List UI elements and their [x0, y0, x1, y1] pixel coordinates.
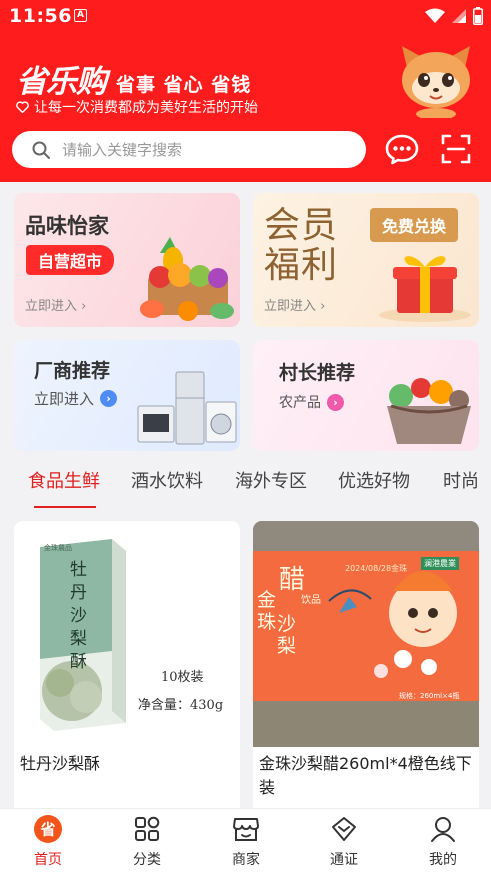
scan-icon[interactable] — [440, 133, 472, 165]
app-slogan: 省事 省心 省钱 — [116, 74, 252, 96]
wifi-icon — [425, 8, 445, 23]
promo-card-supermarket[interactable]: 品味怡家 自营超市 立即进入 › — [14, 193, 240, 327]
tagline-text: 让每一次消费都成为美好生活的开始 — [34, 100, 258, 116]
home-icon: 省 — [34, 815, 62, 843]
enter-link[interactable]: 立即进入 › — [25, 295, 86, 314]
promo-card-village-chief[interactable]: 村长推荐 农产品 › — [253, 340, 479, 451]
battery-icon — [473, 7, 483, 25]
product-image: 2024/08/28金珠 金珠 沙梨 醋 饮品 澜港農業 规格：260ml×4瓶 — [253, 521, 479, 747]
heart-icon — [16, 101, 29, 113]
nav-label: 商家 — [232, 852, 260, 868]
nav-profile[interactable]: 我的 — [413, 815, 473, 869]
promo-sub-text: 农产品 — [279, 395, 321, 411]
active-tab-indicator — [34, 506, 96, 508]
tagline: 让每一次消费都成为美好生活的开始 — [16, 97, 258, 117]
pack-weight: 净含量：430g — [138, 698, 224, 713]
nav-label: 分类 — [133, 852, 161, 868]
product-image: 金珠農品 牡丹沙梨酥 10枚装 净含量：430g — [14, 521, 240, 747]
enter-link[interactable]: 立即进入 › — [264, 295, 325, 314]
product-name: 金珠沙梨醋260ml*4橙色线下装 — [259, 754, 472, 797]
promo-title: 村长推荐 — [279, 362, 356, 384]
promo-title: 会员 福利 — [264, 206, 338, 286]
promo-sub[interactable]: 立即进入 › — [34, 388, 118, 409]
pack-brand: 金珠農品 — [44, 544, 72, 552]
message-icon[interactable] — [385, 133, 419, 165]
category-icon — [135, 816, 160, 841]
brand: 省乐购 省事 省心 省钱 — [16, 56, 251, 101]
product-card[interactable]: 金珠農品 牡丹沙梨酥 10枚装 净含量：430g 牡丹沙梨酥 — [14, 521, 240, 821]
notification-icon: A — [74, 9, 87, 22]
raccoon-mascot-icon — [402, 46, 470, 118]
gift-box-icon — [379, 256, 471, 322]
arrow-right-icon: › — [100, 390, 118, 407]
app-logo: 省乐购 — [16, 64, 107, 100]
product-card[interactable]: 2024/08/28金珠 金珠 沙梨 醋 饮品 澜港農業 规格：260ml×4瓶… — [253, 521, 479, 821]
arrow-right-icon: › — [327, 393, 344, 411]
nav-label: 我的 — [429, 852, 457, 868]
home-icon-glyph: 省 — [39, 821, 55, 839]
nav-label: 首页 — [34, 852, 62, 868]
promo-title-line2: 福利 — [264, 245, 339, 286]
promo-card-member-benefits[interactable]: 会员 福利 免费兑换 立即进入 › — [253, 193, 479, 327]
status-time: 11:56 — [9, 5, 72, 27]
tab-drinks[interactable]: 酒水饮料 — [131, 467, 203, 493]
tab-food-fresh[interactable]: 食品生鲜 — [28, 467, 100, 493]
pack-sub: 饮品 — [301, 595, 321, 606]
pack-brand: 澜港農業 — [421, 557, 459, 570]
product-name: 牡丹沙梨酥 — [20, 754, 101, 773]
category-tabs: 食品生鲜 酒水饮料 海外专区 优选好物 时尚 — [0, 459, 491, 507]
token-icon — [332, 817, 356, 841]
promo-title: 厂商推荐 — [34, 360, 111, 382]
system-icons — [425, 6, 483, 26]
search-icon — [32, 141, 50, 159]
tab-selected-goods[interactable]: 优选好物 — [338, 467, 410, 493]
nav-home[interactable]: 省 首页 — [18, 815, 78, 869]
tab-fashion[interactable]: 时尚 — [443, 467, 479, 493]
app-screen: 11:56 A 省乐购 省事 省心 省钱 让每一次消费都成为美好生活的开始 请输… — [0, 0, 491, 874]
search-input[interactable] — [62, 140, 332, 159]
pack-title-b: 沙梨 — [277, 613, 297, 657]
search-bar[interactable] — [12, 131, 366, 168]
nav-category[interactable]: 分类 — [117, 815, 177, 869]
status-bar: 11:56 A — [0, 0, 491, 32]
nav-token[interactable]: 通证 — [314, 815, 374, 869]
pack-count: 10枚装 — [161, 670, 204, 685]
promo-badge: 自营超市 — [26, 245, 115, 275]
promo-sub[interactable]: 农产品 › — [279, 392, 344, 412]
tab-overseas[interactable]: 海外专区 — [235, 467, 307, 493]
promo-sub-text: 立即进入 — [34, 390, 95, 408]
pack-title: 牡丹沙梨酥 — [70, 560, 87, 672]
header: 11:56 A 省乐购 省事 省心 省钱 让每一次消费都成为美好生活的开始 — [0, 0, 491, 182]
promo-card-manufacturer[interactable]: 厂商推荐 立即进入 › — [14, 340, 240, 451]
pack-date: 2024/08/28金珠 — [345, 564, 408, 573]
profile-icon — [431, 817, 455, 842]
promo-badge: 免费兑换 — [370, 208, 459, 242]
pack-spec: 规格：260ml×4瓶 — [399, 692, 460, 700]
pack-title-a: 金珠 — [257, 589, 277, 633]
fruit-basket-icon — [140, 237, 234, 321]
promo-title-line1: 会员 — [264, 205, 339, 246]
appliances-icon — [137, 371, 237, 445]
signal-icon — [452, 9, 466, 23]
shop-icon — [233, 818, 259, 841]
nav-shop[interactable]: 商家 — [216, 815, 276, 869]
pastry-box-image — [40, 539, 126, 731]
vegetable-basket-icon — [387, 378, 471, 444]
promo-title: 品味怡家 — [25, 214, 109, 238]
bottom-nav: 省 首页 分类 商家 通证 我的 — [0, 808, 491, 874]
nav-label: 通证 — [330, 852, 358, 868]
